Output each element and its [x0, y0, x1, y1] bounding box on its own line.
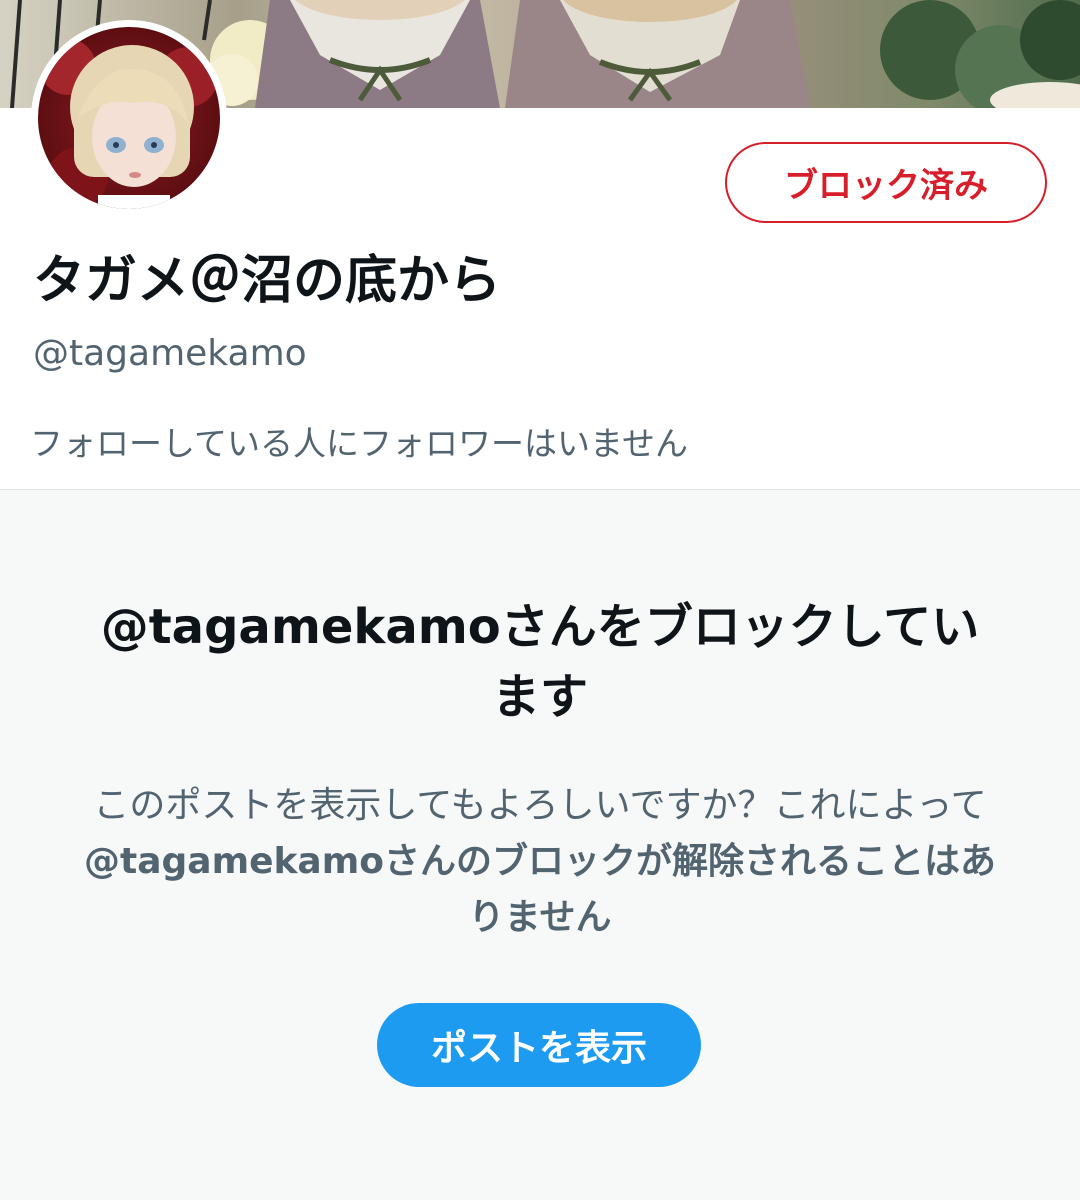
blocked-notice-description-emphasis: @tagamekamoさんのブロックが解除されることはありません [84, 841, 996, 938]
profile-handle: @tagamekamo [33, 333, 307, 374]
followers-you-know-note: フォローしている人にフォロワーはいません [30, 424, 689, 463]
blocked-notice-title: @tagamekamoさんをブロックしています [100, 599, 980, 725]
view-post-button[interactable]: ポストを表示 [377, 1003, 701, 1087]
avatar[interactable] [31, 20, 227, 216]
profile-display-name: タガメ＠沼の底から [33, 251, 502, 311]
blocked-notice-description: このポストを表示してもよろしいですか？これによって @tagamekamoさんのブ… [80, 778, 1000, 946]
blocked-notice-description-text: このポストを表示してもよろしいですか？これによって [93, 785, 987, 826]
blocked-button[interactable]: ブロック済み [725, 142, 1047, 223]
avatar-image [38, 27, 220, 209]
